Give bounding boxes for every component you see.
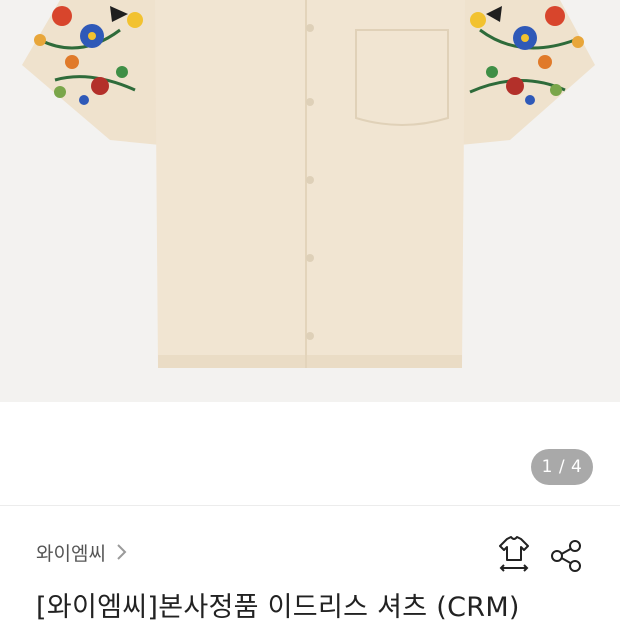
section-divider bbox=[0, 505, 620, 506]
brand-link[interactable]: 와이엠씨 bbox=[36, 538, 128, 566]
brand-name: 와이엠씨 bbox=[36, 542, 106, 565]
product-image-gallery[interactable]: 1 / 4 bbox=[0, 0, 620, 505]
shirt-size-icon bbox=[499, 536, 529, 572]
product-photo[interactable] bbox=[0, 0, 620, 402]
image-counter-badge: 1 / 4 bbox=[531, 449, 593, 485]
share-icon bbox=[551, 540, 581, 572]
share-button[interactable] bbox=[548, 535, 584, 575]
product-title: [와이엠씨]본사정품 이드리스 셔츠 (CRM) bbox=[36, 592, 520, 623]
chevron-right-icon bbox=[117, 544, 127, 560]
size-guide-button[interactable] bbox=[496, 535, 532, 575]
